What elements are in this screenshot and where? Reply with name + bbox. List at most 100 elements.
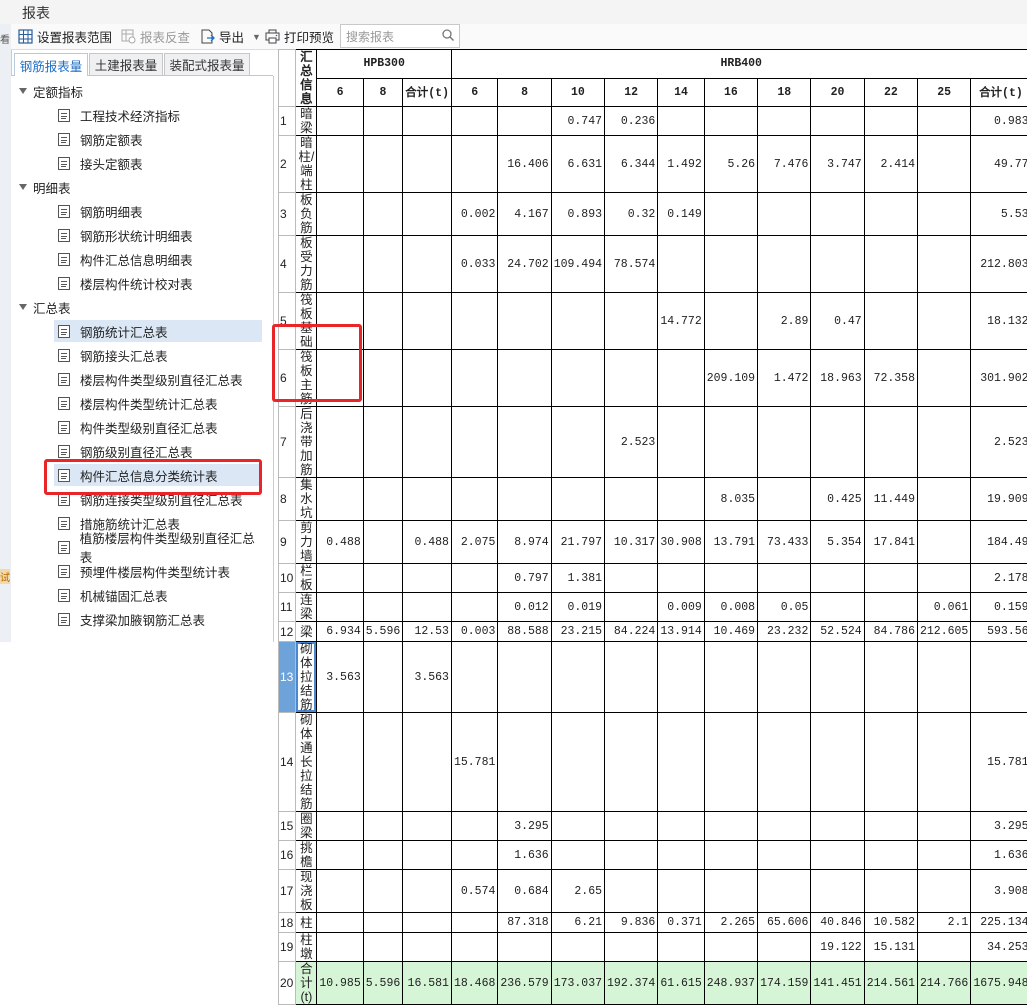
data-cell[interactable] xyxy=(811,236,864,293)
data-cell[interactable]: 12.53 xyxy=(403,622,452,642)
data-cell[interactable] xyxy=(403,870,452,913)
data-cell[interactable]: 3.747 xyxy=(811,136,864,193)
row-number[interactable]: 17 xyxy=(279,870,296,913)
data-cell[interactable] xyxy=(918,293,971,350)
data-cell[interactable]: 0.371 xyxy=(658,913,704,933)
data-cell[interactable] xyxy=(317,136,363,193)
row-number[interactable]: 20 xyxy=(279,962,296,1005)
tree-item[interactable]: 楼层构件统计校对表 xyxy=(54,272,262,294)
data-cell[interactable] xyxy=(605,812,658,841)
data-cell[interactable]: 88.588 xyxy=(498,622,551,642)
data-cell[interactable] xyxy=(605,593,658,622)
data-cell[interactable]: 1.472 xyxy=(758,350,811,407)
data-cell[interactable] xyxy=(551,293,604,350)
data-cell[interactable] xyxy=(704,107,757,136)
data-cell[interactable]: 3.295 xyxy=(498,812,551,841)
data-cell[interactable]: 24.702 xyxy=(498,236,551,293)
data-cell[interactable] xyxy=(363,812,403,841)
data-cell[interactable] xyxy=(605,841,658,870)
data-cell[interactable]: 23.215 xyxy=(551,622,604,642)
data-cell[interactable]: 16.406 xyxy=(498,136,551,193)
data-cell[interactable]: 0.002 xyxy=(451,193,497,236)
data-cell[interactable]: 0.033 xyxy=(451,236,497,293)
row-number[interactable]: 19 xyxy=(279,933,296,962)
data-cell[interactable] xyxy=(451,136,497,193)
data-cell[interactable]: 2.414 xyxy=(864,136,917,193)
tree-group-detail[interactable]: 明细表 xyxy=(19,177,71,197)
data-cell[interactable]: 3.563 xyxy=(403,642,452,713)
data-cell[interactable] xyxy=(918,841,971,870)
data-cell[interactable] xyxy=(864,642,917,713)
row-name-cell[interactable]: 栏板 xyxy=(296,564,317,593)
setup-range-button[interactable]: 设置报表范围 xyxy=(17,24,112,49)
data-cell[interactable]: 593.56 xyxy=(971,622,1027,642)
row-number[interactable]: 8 xyxy=(279,478,296,521)
table-row[interactable]: 19柱墩19.12215.13134.253 xyxy=(279,933,1027,962)
data-cell[interactable]: 301.902 xyxy=(971,350,1027,407)
data-cell[interactable]: 14.772 xyxy=(658,293,704,350)
data-cell[interactable] xyxy=(451,350,497,407)
data-cell[interactable] xyxy=(403,841,452,870)
data-cell[interactable] xyxy=(758,564,811,593)
data-cell[interactable] xyxy=(918,107,971,136)
data-cell[interactable] xyxy=(864,293,917,350)
row-name-cell[interactable]: 连梁 xyxy=(296,593,317,622)
data-cell[interactable] xyxy=(451,593,497,622)
data-cell[interactable] xyxy=(704,293,757,350)
collapse-triangle-icon[interactable] xyxy=(19,184,27,190)
table-row[interactable]: 18柱87.3186.219.8360.3712.26565.60640.846… xyxy=(279,913,1027,933)
table-row[interactable]: 5筏板基础14.7722.890.4718.132 xyxy=(279,293,1027,350)
table-row[interactable]: 2暗柱/端柱16.4066.6316.3441.4925.267.4763.74… xyxy=(279,136,1027,193)
data-cell[interactable] xyxy=(451,107,497,136)
row-number[interactable]: 4 xyxy=(279,236,296,293)
row-name-cell[interactable]: 砌体拉结筋 xyxy=(296,642,317,713)
data-cell[interactable] xyxy=(864,107,917,136)
data-cell[interactable] xyxy=(363,933,403,962)
row-number[interactable]: 1 xyxy=(279,107,296,136)
data-cell[interactable] xyxy=(658,841,704,870)
data-cell[interactable]: 0.149 xyxy=(658,193,704,236)
data-cell[interactable] xyxy=(658,713,704,812)
data-cell[interactable]: 10.985 xyxy=(317,962,363,1005)
data-cell[interactable] xyxy=(605,933,658,962)
data-cell[interactable] xyxy=(918,193,971,236)
data-cell[interactable] xyxy=(551,478,604,521)
data-cell[interactable] xyxy=(498,642,551,713)
data-cell[interactable] xyxy=(363,521,403,564)
data-cell[interactable] xyxy=(403,350,452,407)
data-cell[interactable] xyxy=(317,407,363,478)
data-cell[interactable] xyxy=(704,870,757,913)
table-row[interactable]: 4板受力筋0.03324.702109.49478.574212.803 xyxy=(279,236,1027,293)
data-cell[interactable]: 4.167 xyxy=(498,193,551,236)
row-number[interactable]: 11 xyxy=(279,593,296,622)
row-number[interactable]: 2 xyxy=(279,136,296,193)
row-name-cell[interactable]: 柱墩 xyxy=(296,933,317,962)
row-name-cell[interactable]: 合计(t) xyxy=(296,962,317,1005)
data-cell[interactable] xyxy=(864,593,917,622)
table-row[interactable]: 8集水坑8.0350.42511.44919.909 xyxy=(279,478,1027,521)
table-row[interactable]: 15圈梁3.2953.295 xyxy=(279,812,1027,841)
data-cell[interactable]: 0.008 xyxy=(704,593,757,622)
data-cell[interactable] xyxy=(403,136,452,193)
data-cell[interactable] xyxy=(551,933,604,962)
data-cell[interactable] xyxy=(704,642,757,713)
data-cell[interactable]: 0.797 xyxy=(498,564,551,593)
row-number[interactable]: 3 xyxy=(279,193,296,236)
data-cell[interactable]: 192.374 xyxy=(605,962,658,1005)
data-cell[interactable]: 61.615 xyxy=(658,962,704,1005)
data-cell[interactable]: 2.075 xyxy=(451,521,497,564)
data-cell[interactable]: 10.317 xyxy=(605,521,658,564)
tree-item[interactable]: 钢筋接头汇总表 xyxy=(54,344,262,366)
data-cell[interactable]: 65.606 xyxy=(758,913,811,933)
data-cell[interactable] xyxy=(403,812,452,841)
tree-item[interactable]: 支撑梁加腋钢筋汇总表 xyxy=(54,608,262,630)
chevron-down-icon[interactable]: ▼ xyxy=(252,32,261,42)
tree-item[interactable]: 钢筋定额表 xyxy=(54,128,262,150)
data-cell[interactable] xyxy=(864,841,917,870)
data-cell[interactable] xyxy=(658,870,704,913)
data-cell[interactable] xyxy=(605,642,658,713)
data-cell[interactable] xyxy=(864,407,917,478)
data-cell[interactable]: 18.132 xyxy=(971,293,1027,350)
row-number[interactable]: 18 xyxy=(279,913,296,933)
tab-prefab-report[interactable]: 装配式报表量 xyxy=(164,53,250,75)
